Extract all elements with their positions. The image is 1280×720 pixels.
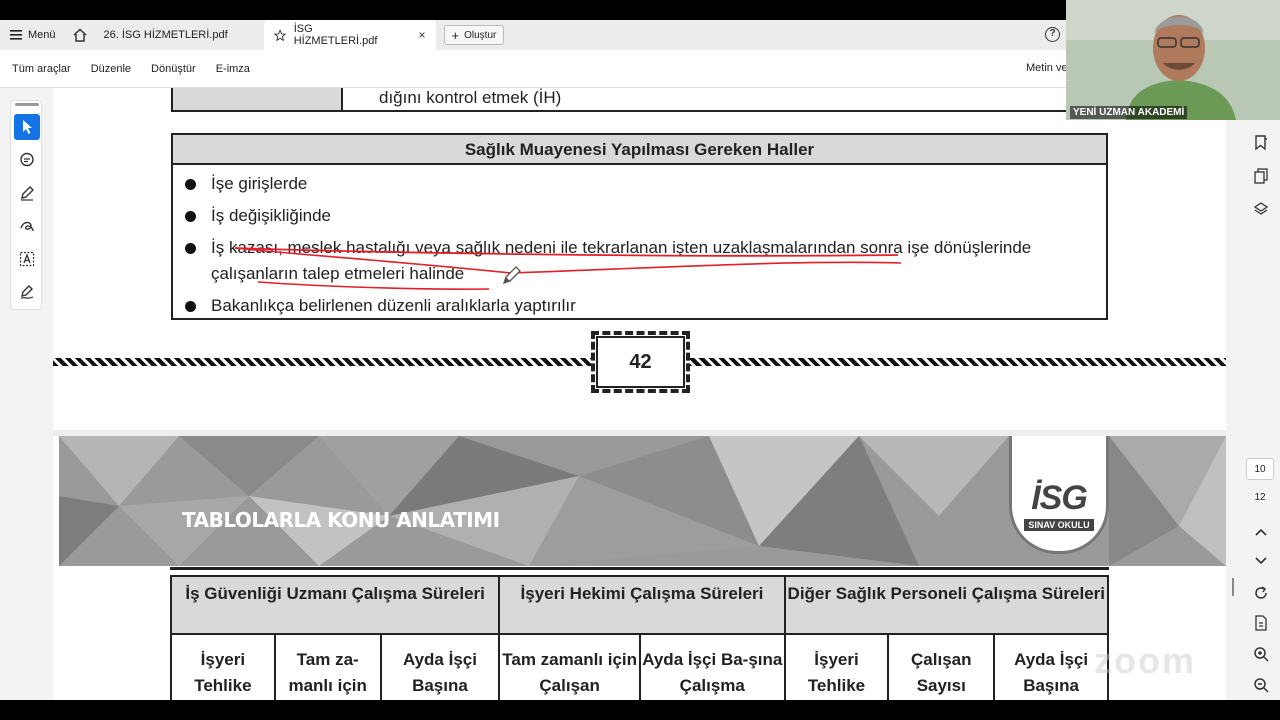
pen-cursor-icon [502,266,521,285]
tool-convert[interactable]: Dönüştür [151,63,196,75]
pdf-viewer-window: Menü 26. İSG HİZMETLERİ.pdf İSG HİZMETLE… [0,0,1280,720]
zoom-in-button[interactable] [1252,645,1270,663]
pen-icon [21,186,34,201]
pages-button[interactable] [1252,167,1270,185]
chevron-up-icon [1255,528,1267,536]
header-cell: İşyeri Hekimi Çalışma Süreleri [498,575,786,635]
scrollbar-thumb[interactable] [1232,578,1234,596]
webcam-overlay: YENİ UZMAN AKADEMİ [1066,0,1280,120]
page-fit-button[interactable] [1252,614,1270,632]
close-tab-icon[interactable]: × [419,28,426,42]
logo-main-text: İSG [1031,479,1088,517]
plus-icon: + [451,27,460,43]
bookmark-icon [1255,135,1267,151]
comment-icon [20,152,34,167]
logo-sub-text: SINAV OKULU [1024,519,1094,531]
banner-title: TABLOLARLA KONU ANLATIMI [182,508,500,532]
panel-grip[interactable] [15,103,39,106]
home-button[interactable] [66,20,94,50]
hamburger-icon [10,30,22,40]
presenter-video-icon [1066,0,1280,120]
subheader-cell: Tam zamanlı için Çalışan [498,633,641,700]
help-icon[interactable]: ? [1045,27,1060,42]
highlight-tool[interactable] [14,180,40,206]
header-cell: Diğer Sağlık Personeli Çalışma Süreleri [783,575,1110,635]
zoom-watermark: zoom [1094,640,1196,681]
total-pages-label: 12 [1254,492,1266,503]
tab-label: İSG HİZMETLERİ.pdf [293,23,378,47]
current-page-input[interactable]: 10 [1246,458,1274,480]
cursor-icon [23,120,32,134]
create-button[interactable]: + Oluştur [443,25,505,45]
previous-page-button[interactable] [1252,523,1270,541]
create-label: Oluştur [464,29,497,41]
bookmark-button[interactable] [1252,134,1270,152]
isg-logo: İSG SINAV OKULU [1009,436,1109,554]
refresh-button[interactable] [1252,584,1270,602]
menu-label: Menü [28,29,56,41]
table-header-row: İş Güvenliği Uzmanı Çalışma Süreleri İşy… [169,575,1110,635]
layers-icon [1253,202,1269,215]
webcam-name-label: YENİ UZMAN AKADEMİ [1070,106,1188,119]
table-subheader-row: İşyeri Tehlike Tam za-manlı için Çalışan… [170,633,1109,700]
pages-icon [1254,168,1268,184]
subheader-cell: Ayda İşçi Başına Çalışma [993,633,1109,700]
subheader-cell: İşyeri Tehlike [783,633,890,700]
pdf-page-area[interactable]: dığını kontrol etmek (İH) Sağlık Muayene… [53,88,1226,700]
bottom-black-strip [0,700,1280,720]
page-number-box: 42 [591,331,690,393]
subheader-cell: Çalışan Sayısı [887,633,996,700]
signature-pen-icon [20,285,34,300]
select-tool[interactable] [14,114,40,140]
page-fit-icon [1255,615,1267,631]
subheader-cell: Tam za-manlı için Çalışan [273,633,382,700]
zoom-out-icon [1254,678,1269,693]
menu-button[interactable]: Menü [0,20,66,50]
home-icon [73,28,87,42]
subheader-cell: İşyeri Tehlike [170,633,276,700]
comment-tool[interactable] [14,147,40,173]
left-tool-panel [10,100,42,310]
tool-edit[interactable]: Düzenle [91,63,131,75]
refresh-icon [1255,586,1267,599]
tab-pdf-26[interactable]: 26. İSG HİZMETLERİ.pdf [94,20,264,50]
tool-e-sign[interactable]: E-imza [216,63,250,75]
table-top-rule [170,567,1109,570]
star-icon[interactable] [273,28,286,42]
layers-button[interactable] [1252,200,1270,218]
red-ink-annotation [234,247,902,290]
subheader-cell: Ayda İşçi Ba-şına Çalışma [638,633,786,700]
tab-pdf-active[interactable]: İSG HİZMETLERİ.pdf × [263,20,436,50]
tab-label: 26. İSG HİZMETLERİ.pdf [103,29,228,41]
text-box-icon [19,251,35,267]
subheader-cell: Ayda İşçi Başına Çalışma [379,633,501,700]
tool-all-tools[interactable]: Tüm araçlar [12,63,71,75]
text-box-tool[interactable] [14,246,40,272]
chevron-down-icon [1255,557,1267,565]
header-cell: İş Güvenliği Uzmanı Çalışma Süreleri [169,575,501,635]
next-page-button[interactable] [1252,552,1270,570]
text-tool-label[interactable]: Metin ve [1026,62,1068,74]
chapter-banner: TABLOLARLA KONU ANLATIMI İSG SINAV OKULU [59,436,1226,566]
work-duration-table: İş Güvenliği Uzmanı Çalışma Süreleri İşy… [169,575,1110,700]
sign-tool[interactable] [14,279,40,305]
zoom-out-button[interactable] [1252,676,1270,694]
zoom-in-icon [1254,647,1269,662]
freehand-icon [20,221,34,232]
draw-tool[interactable] [14,213,40,239]
